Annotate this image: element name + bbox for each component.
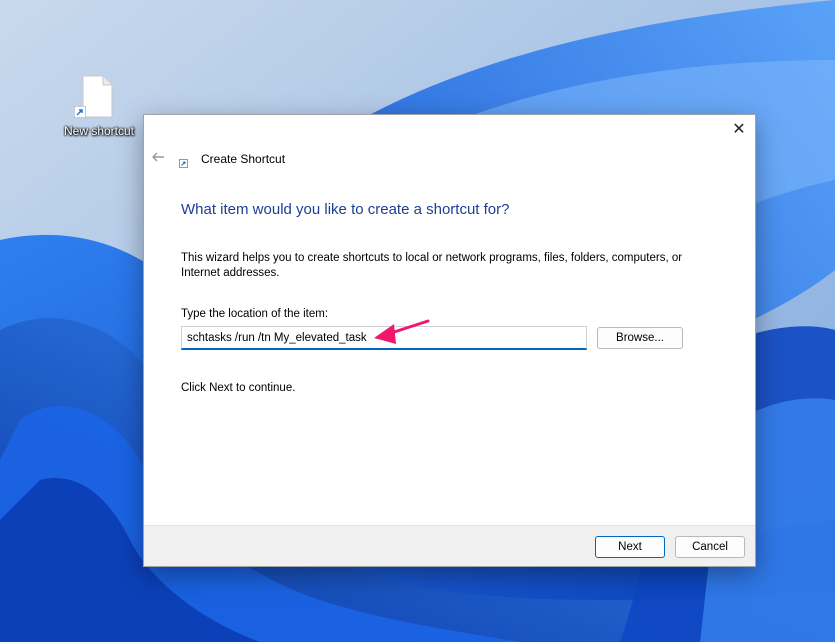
location-label: Type the location of the item: [181, 308, 329, 320]
dialog-footer: Next Cancel [144, 525, 755, 566]
wizard-description: This wizard helps you to create shortcut… [181, 252, 683, 279]
desktop-shortcut[interactable]: New shortcut [60, 72, 138, 142]
shortcut-label: New shortcut [63, 124, 135, 138]
page-heading: What item would you like to create a sho… [181, 201, 510, 218]
shortcut-icon [74, 106, 86, 118]
shortcut-icon [179, 159, 188, 168]
cancel-button[interactable]: Cancel [675, 536, 745, 558]
back-arrow-icon[interactable] [150, 149, 166, 165]
continue-hint: Click Next to continue. [181, 382, 296, 394]
close-button[interactable]: ✕ [725, 115, 753, 143]
next-button[interactable]: Next [595, 536, 665, 558]
close-icon: ✕ [732, 121, 746, 138]
create-shortcut-dialog: ✕ Create Shortcut What item would you li… [143, 114, 756, 567]
browse-button[interactable]: Browse... [597, 327, 683, 349]
dialog-title: Create Shortcut [201, 152, 286, 166]
pink-arrow-annotation [374, 319, 430, 344]
